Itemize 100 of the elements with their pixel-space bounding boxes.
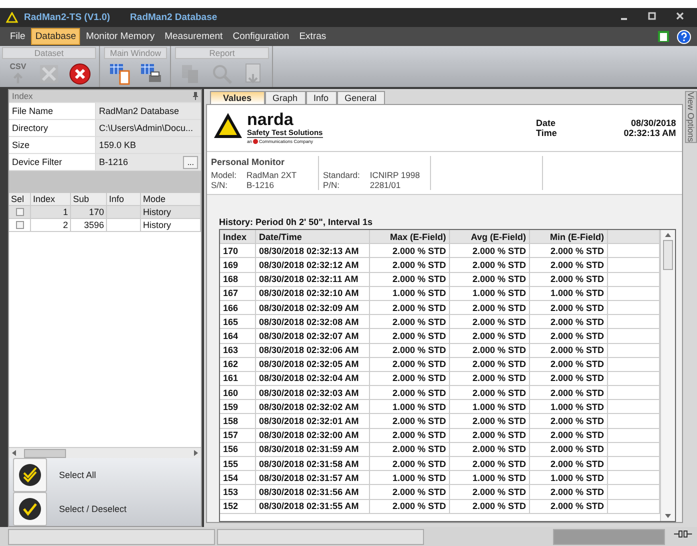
table-cell: 2.000 % STD [450,372,530,386]
checkmark-icon [18,463,42,487]
index-row[interactable]: 1 170 History [9,206,201,219]
table-cell: 158 [220,414,256,429]
table-cell: 159 [220,400,256,414]
scroll-right-icon[interactable] [194,450,198,456]
table-cell: 157 [220,428,256,443]
select-checkbox[interactable] [16,208,24,216]
menu-item[interactable]: Monitor Memory [82,28,159,45]
table-cell: 1.000 % STD [370,286,450,301]
table-cell: 08/30/2018 02:32:01 AM [256,414,370,429]
panel-title: Index [12,91,33,101]
table-cell: 2.000 % STD [370,244,450,258]
close-icon [676,12,684,20]
window-title: RadMan2 Database [130,12,218,23]
scroll-thumb[interactable] [24,448,66,458]
table-cell: 2.000 % STD [370,372,450,386]
table-cell: 154 [220,471,256,486]
table-cell: 08/30/2018 02:32:03 AM [256,386,370,400]
scroll-thumb[interactable] [663,240,673,270]
table-cell: 2.000 % STD [450,428,530,443]
select-action-button[interactable]: Select / Deselect [9,492,201,526]
table-cell: 165 [220,315,256,330]
table-cell: 1.000 % STD [450,286,530,301]
table-cell: 08/30/2018 02:31:56 AM [256,485,370,500]
table-cell: 1.000 % STD [450,471,530,486]
history-title: History: Period 0h 2' 50", Interval 1s [219,217,374,227]
pin-icon[interactable] [193,92,198,100]
table-cell: 2.000 % STD [450,442,530,457]
delete-icon [68,62,92,86]
index-row[interactable]: 2 3596 History [9,219,201,232]
menu-item[interactable]: Extras [295,28,330,45]
menu-item[interactable]: File [6,28,30,45]
vertical-scrollbar[interactable] [660,230,675,521]
select-action-button[interactable]: Select All [9,458,201,492]
property-name: Device Filter [9,154,95,170]
table-cell: 2.000 % STD [450,315,530,330]
tab[interactable]: Values [210,91,265,104]
table-cell: 2.000 % STD [370,414,450,429]
menu-item[interactable]: Configuration [228,28,294,45]
table-cell: 2.000 % STD [370,344,450,358]
field-label: P/N: [323,180,341,190]
table-cell: 2.000 % STD [450,457,530,472]
toolbar-group-label: Main Window [104,47,167,59]
tab[interactable]: Info [306,91,337,104]
table-cell: 1.000 % STD [370,471,450,486]
toolbar-group-label: Report [175,47,269,59]
menu-item[interactable]: Measurement [160,28,227,45]
table-cell: 2.000 % STD [370,485,450,500]
table-cell: 163 [220,344,256,358]
field-value: RadMan 2XT [246,170,298,180]
table-cell: 2.000 % STD [370,386,450,400]
horizontal-scrollbar[interactable] [9,447,201,458]
delete-button[interactable] [67,61,93,87]
section-title: Personal Monitor [211,157,286,167]
table-cell: 2.000 % STD [530,500,608,514]
table-cell: 2.000 % STD [450,258,530,273]
property-name: Directory [9,120,95,136]
table-cell: 2 [31,219,71,232]
table-clipboard-button[interactable] [107,61,133,87]
property-value: C:\Users\Admin\Docu... [99,123,194,133]
preview-icon [210,62,234,86]
table-cell: 2.000 % STD [370,329,450,344]
property-value: 159.0 KB [99,140,136,150]
column-header: Sel [9,193,31,206]
connection-icon [673,529,693,539]
table-cell: 2.000 % STD [530,315,608,330]
panel-toggle-icon[interactable] [658,31,669,42]
scroll-down-icon[interactable] [665,514,671,518]
select-checkbox[interactable] [16,221,24,229]
field-value: 2281/01 [370,180,402,190]
tab[interactable]: Graph [264,91,306,104]
menu-item[interactable]: Database [31,28,80,45]
table-cell: 2.000 % STD [450,414,530,429]
scroll-up-icon[interactable] [665,233,671,237]
table-cell: 08/30/2018 02:32:10 AM [256,286,370,301]
scroll-left-icon[interactable] [12,450,16,456]
table-cell: 1.000 % STD [450,400,530,414]
table-cell: 2.000 % STD [530,485,608,500]
table-cell: 168 [220,272,256,287]
table-clipboard-icon [108,62,132,86]
browse-button[interactable]: ... [183,156,198,168]
table-cell: 08/30/2018 02:31:59 AM [256,442,370,457]
property-value: RadMan2 Database [99,106,180,116]
table-cell: 2.000 % STD [530,428,608,443]
table-cell: History [141,219,201,232]
table-cell: 1.000 % STD [370,400,450,414]
help-icon[interactable] [677,30,691,44]
column-header: Avg (E-Field) [450,230,530,244]
table-cell: 2.000 % STD [530,344,608,358]
table-cell: 2.000 % STD [370,315,450,330]
field-label: Standard: [323,170,360,180]
side-tab[interactable]: View Options [685,91,697,143]
table-cell: History [141,206,201,219]
table-cell: 08/30/2018 02:32:09 AM [256,300,370,316]
time-label: Time [536,128,558,138]
table-cell: 156 [220,442,256,457]
logo-triangle-icon [213,112,243,139]
tab[interactable]: General [336,91,385,104]
table-cell: 08/30/2018 02:32:04 AM [256,372,370,386]
